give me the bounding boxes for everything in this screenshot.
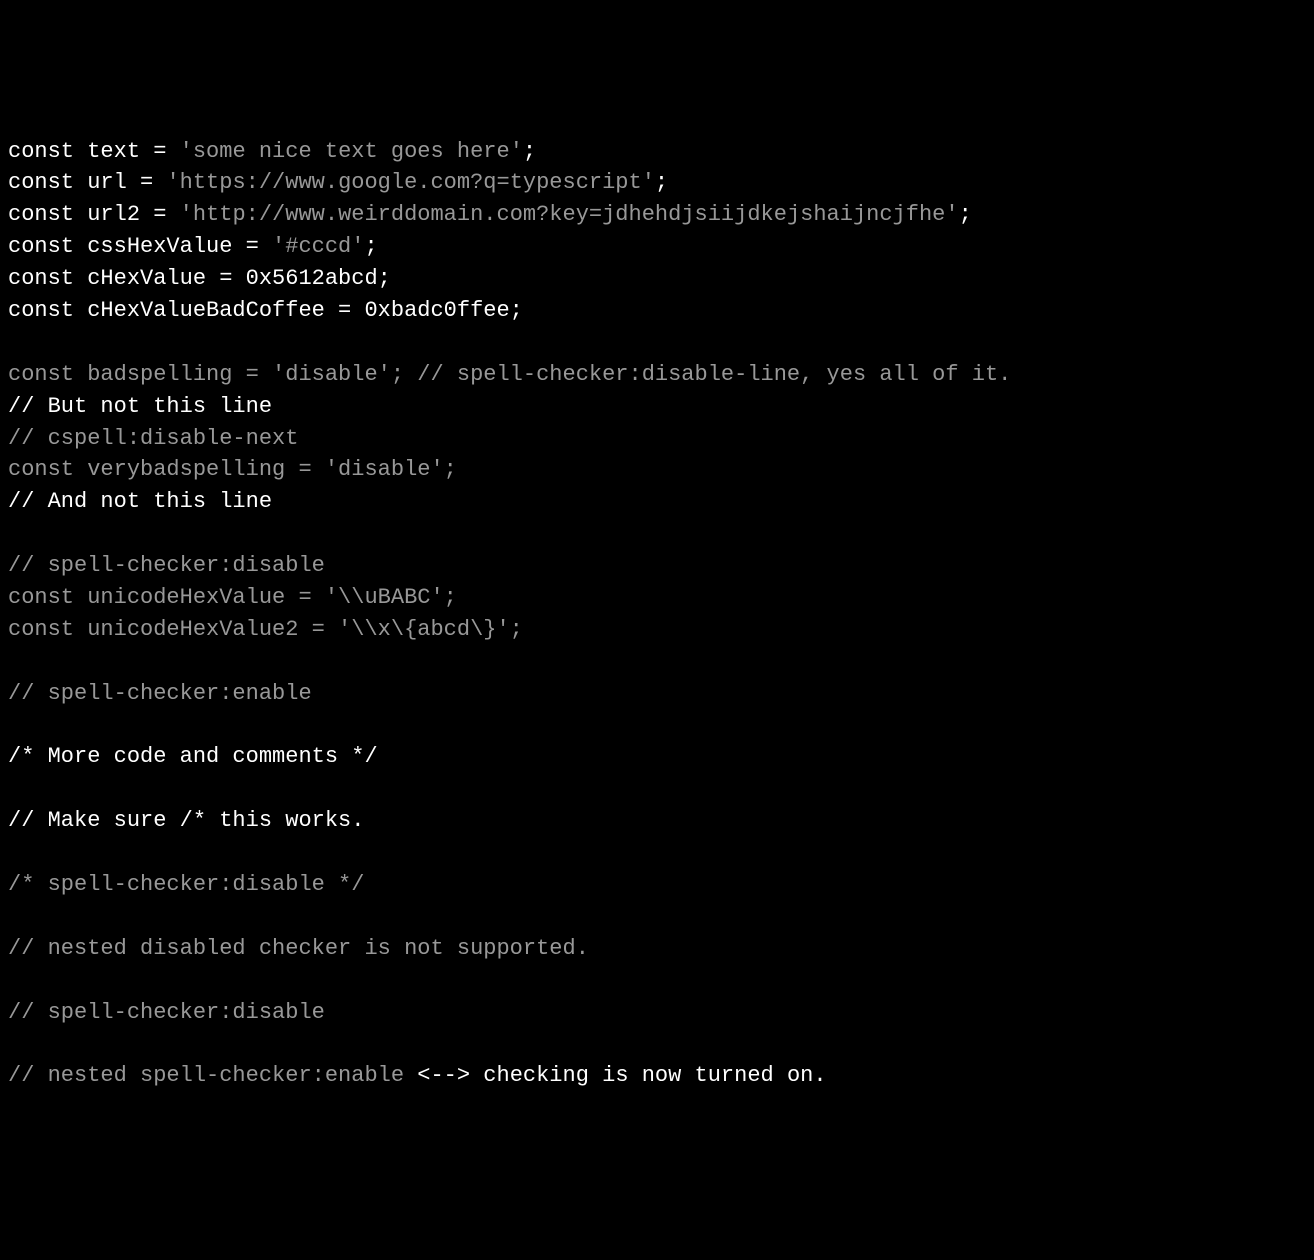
code-line: const cHexValue = 0x5612abcd; (8, 263, 1306, 295)
code-line: // But not this line (8, 391, 1306, 423)
code-token: // But not this line (8, 394, 272, 419)
code-line: const url = 'https://www.google.com?q=ty… (8, 167, 1306, 199)
code-token: const url2 = (8, 202, 180, 227)
code-token: const unicodeHexValue2 = '\\x\{abcd\}'; (8, 617, 523, 642)
code-line: const verybadspelling = 'disable'; (8, 454, 1306, 486)
code-token: 'some nice text goes here' (180, 139, 523, 164)
code-token: ; (523, 139, 536, 164)
code-token: const url = (8, 170, 166, 195)
code-line: // nested disabled checker is not suppor… (8, 933, 1306, 965)
code-token: const badspelling = 'disable'; // spell-… (8, 362, 1011, 387)
code-line: // nested spell-checker:enable <--> chec… (8, 1060, 1306, 1092)
code-token: // spell-checker:disable (8, 553, 325, 578)
code-line (8, 773, 1306, 805)
code-line: const cssHexValue = '#cccd'; (8, 231, 1306, 263)
code-token: // nested disabled checker is not suppor… (8, 936, 589, 961)
code-line (8, 518, 1306, 550)
code-line: // spell-checker:disable (8, 550, 1306, 582)
code-token: ; (364, 234, 377, 259)
code-token: // nested spell-checker:enable (8, 1063, 404, 1088)
code-line: /* More code and comments */ (8, 741, 1306, 773)
code-line: // spell-checker:disable (8, 997, 1306, 1029)
code-line: const unicodeHexValue2 = '\\x\{abcd\}'; (8, 614, 1306, 646)
code-token: 'https://www.google.com?q=typescript' (166, 170, 654, 195)
code-token: const text = (8, 139, 180, 164)
code-token: ; (959, 202, 972, 227)
code-token: // spell-checker:enable (8, 681, 312, 706)
code-token: '#cccd' (272, 234, 364, 259)
code-token: ; (655, 170, 668, 195)
code-line (8, 710, 1306, 742)
code-line: // spell-checker:enable (8, 678, 1306, 710)
code-token: <--> checking is now turned on. (404, 1063, 826, 1088)
code-token: const cHexValueBadCoffee = 0xbadc0ffee; (8, 298, 523, 323)
code-token: // cspell:disable-next (8, 426, 298, 451)
code-token: // spell-checker:disable (8, 1000, 325, 1025)
code-line (8, 837, 1306, 869)
code-token: // Make sure /* this works. (8, 808, 364, 833)
code-block: const text = 'some nice text goes here';… (8, 136, 1306, 1093)
code-token: // And not this line (8, 489, 272, 514)
code-token: const unicodeHexValue = '\\uBABC'; (8, 585, 457, 610)
code-line: /* spell-checker:disable */ (8, 869, 1306, 901)
code-line: const unicodeHexValue = '\\uBABC'; (8, 582, 1306, 614)
code-token: /* More code and comments */ (8, 744, 378, 769)
code-token: const verybadspelling = 'disable'; (8, 457, 457, 482)
code-line (8, 646, 1306, 678)
code-token: const cHexValue = 0x5612abcd; (8, 266, 391, 291)
code-line: const text = 'some nice text goes here'; (8, 136, 1306, 168)
code-token: /* spell-checker:disable */ (8, 872, 364, 897)
code-line (8, 327, 1306, 359)
code-line: // cspell:disable-next (8, 423, 1306, 455)
code-line (8, 1029, 1306, 1061)
code-line: // Make sure /* this works. (8, 805, 1306, 837)
code-line: // And not this line (8, 486, 1306, 518)
code-line (8, 901, 1306, 933)
code-line: const cHexValueBadCoffee = 0xbadc0ffee; (8, 295, 1306, 327)
code-line: const badspelling = 'disable'; // spell-… (8, 359, 1306, 391)
code-line (8, 965, 1306, 997)
code-token: const cssHexValue = (8, 234, 272, 259)
code-token: 'http://www.weirddomain.com?key=jdhehdjs… (180, 202, 959, 227)
code-line: const url2 = 'http://www.weirddomain.com… (8, 199, 1306, 231)
